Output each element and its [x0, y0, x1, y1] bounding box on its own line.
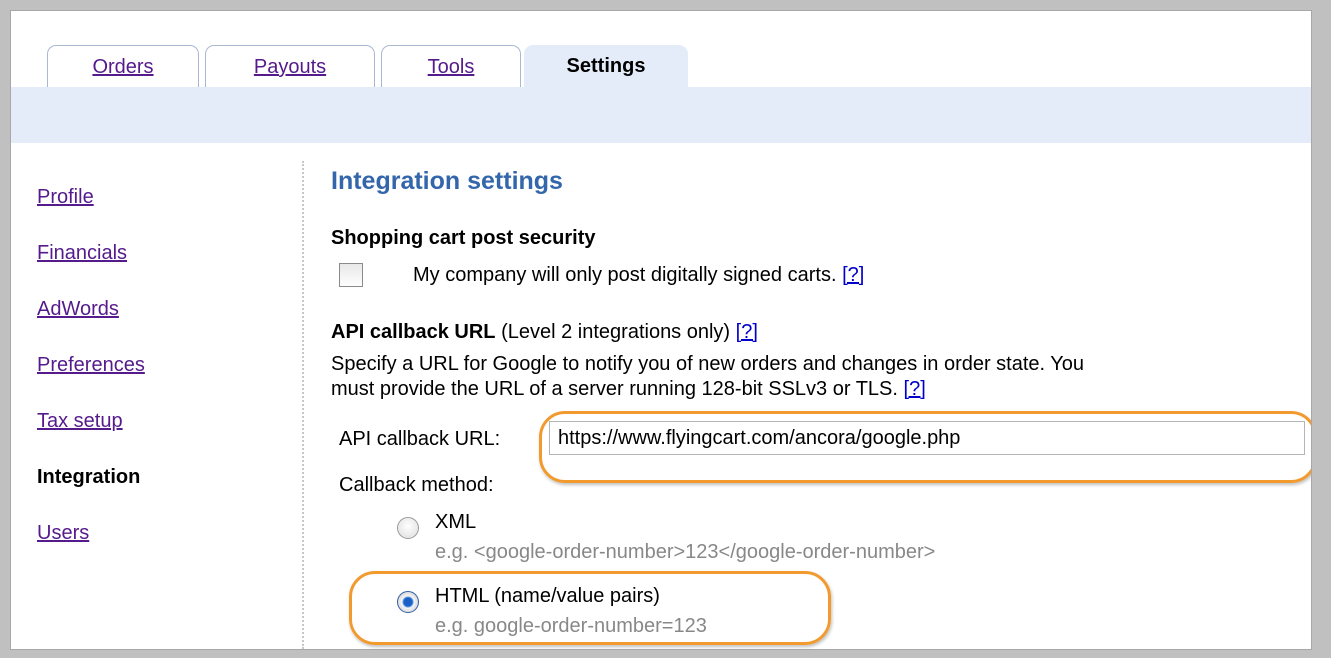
main-content: Integration settings Shopping cart post …	[331, 11, 1311, 649]
callback-level-note: (Level 2 integrations only)	[501, 321, 731, 343]
callback-description-line2: must provide the URL of a server running…	[331, 378, 898, 400]
signed-carts-label: My company will only post digitally sign…	[413, 264, 837, 286]
sidebar-item-profile[interactable]: Profile	[37, 181, 145, 237]
callback-method-xml-label: XML	[435, 511, 477, 533]
tab-payouts-label[interactable]: Payouts	[254, 56, 326, 78]
callback-method-html-example: e.g. google-order-number=123	[435, 615, 707, 637]
sidebar-item-tax-setup[interactable]: Tax setup	[37, 405, 145, 461]
callback-url-input[interactable]	[549, 421, 1305, 455]
callback-heading-row: API callback URL (Level 2 integrations o…	[331, 321, 758, 344]
tab-orders-label[interactable]: Orders	[92, 56, 153, 78]
tab-orders[interactable]: Orders	[47, 45, 199, 87]
sidebar-item-adwords[interactable]: AdWords	[37, 293, 145, 349]
post-security-heading: Shopping cart post security	[331, 227, 596, 249]
signed-carts-help-link[interactable]: [?]	[842, 264, 864, 286]
callback-heading: API callback URL	[331, 321, 496, 343]
sidebar-item-integration: Integration	[37, 466, 141, 488]
callback-method-label: Callback method:	[339, 474, 494, 496]
callback-description-line2-row: must provide the URL of a server running…	[331, 377, 1281, 402]
callback-url-label: API callback URL:	[339, 428, 501, 450]
callback-method-html-label: HTML (name/value pairs)	[435, 585, 660, 607]
signed-carts-checkbox[interactable]	[339, 263, 363, 287]
callback-description: Specify a URL for Google to notify you o…	[331, 352, 1281, 402]
callback-description-line1: Specify a URL for Google to notify you o…	[331, 353, 1085, 375]
page-title: Integration settings	[331, 167, 563, 195]
signed-carts-row: My company will only post digitally sign…	[413, 264, 864, 287]
sidebar-divider	[302, 161, 304, 649]
sidebar-item-financials[interactable]: Financials	[37, 237, 145, 293]
sidebar-item-preferences[interactable]: Preferences	[37, 349, 145, 405]
callback-method-html-radio[interactable]	[397, 591, 419, 613]
callback-help-link[interactable]: [?]	[736, 321, 758, 343]
app-frame: Orders Payouts Tools Settings Profile Fi…	[10, 10, 1312, 650]
callback-method-xml-radio[interactable]	[397, 517, 419, 539]
sidebar-item-users[interactable]: Users	[37, 517, 145, 573]
settings-sidebar: Profile Financials AdWords Preferences T…	[37, 181, 145, 573]
ssl-help-link[interactable]: [?]	[904, 378, 926, 400]
callback-method-xml-example: e.g. <google-order-number>123</google-or…	[435, 541, 936, 563]
